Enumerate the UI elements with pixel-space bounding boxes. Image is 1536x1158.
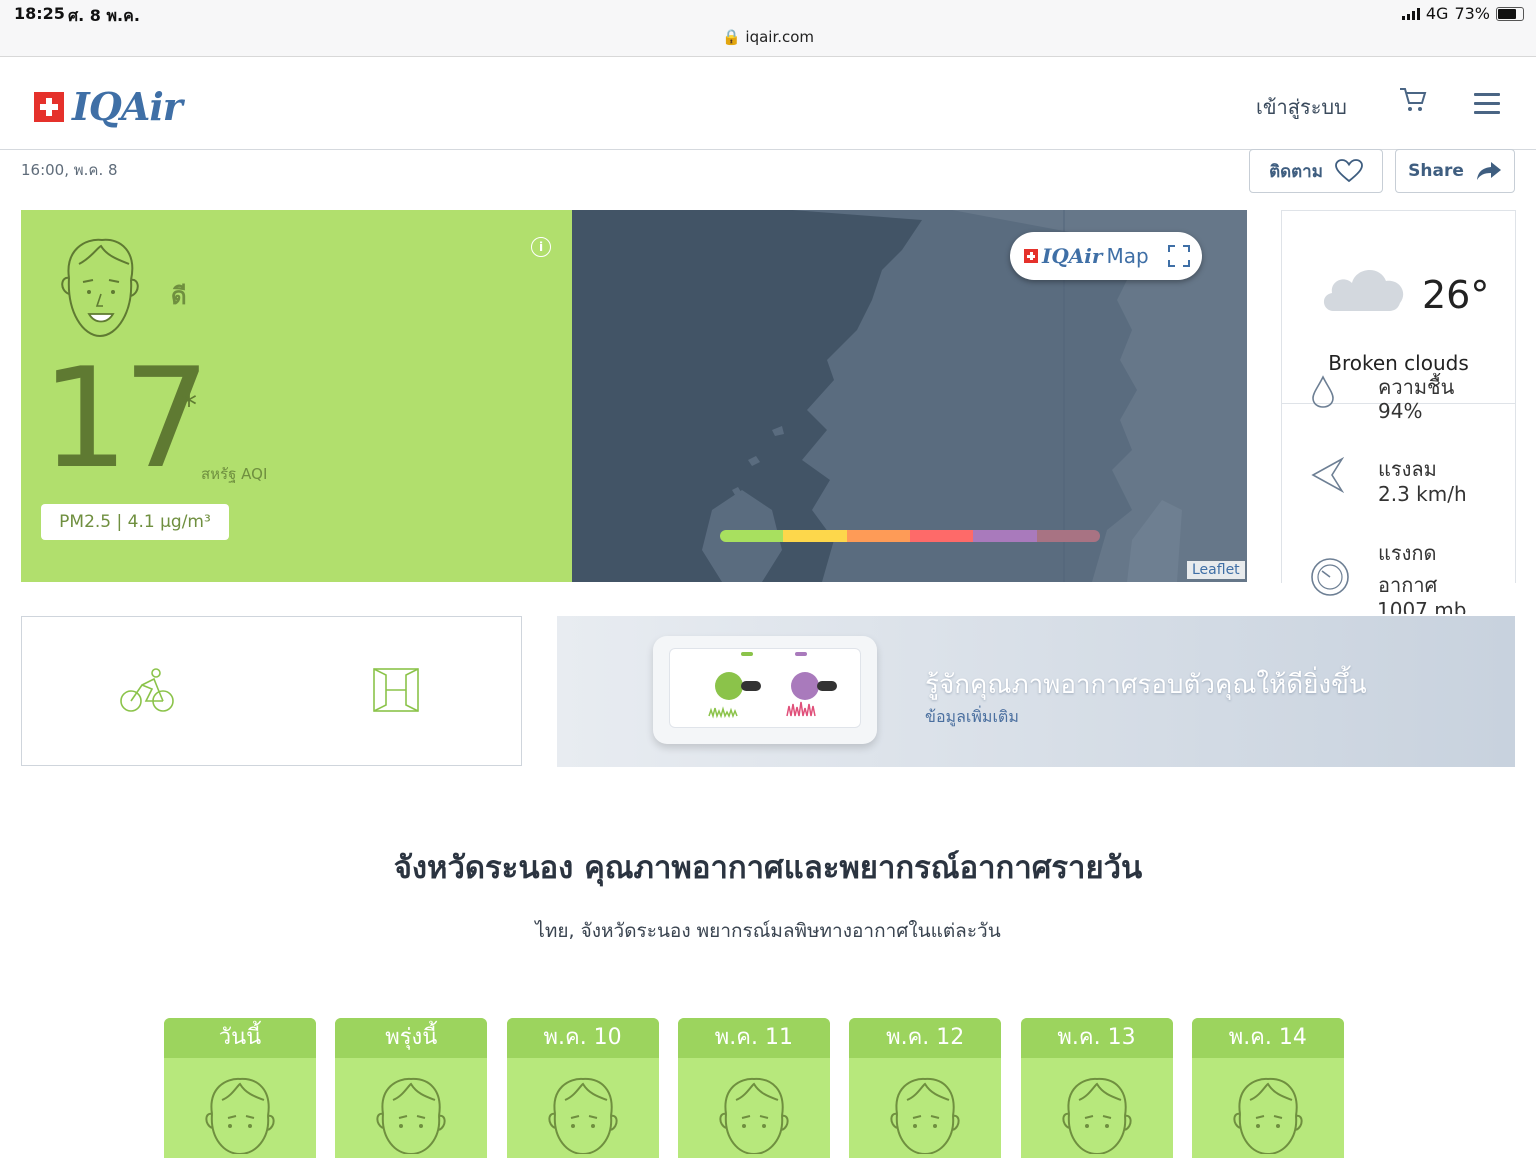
date: ศ. 8 พ.ค. — [68, 6, 140, 25]
logo-text: IQAir — [72, 84, 183, 129]
device-display — [708, 652, 837, 719]
pressure-label-2: อากาศ — [1378, 573, 1438, 597]
learn-more-link[interactable]: ข้อมูลเพิ่มเติม — [925, 705, 1019, 730]
cycling-icon[interactable] — [120, 667, 174, 713]
forecast-card[interactable]: พ.ค. 13 — [1020, 1018, 1173, 1158]
scale-good — [720, 530, 784, 542]
health-recommendations — [21, 616, 522, 766]
iqair-logo[interactable]: IQAir — [34, 84, 183, 129]
share-button[interactable]: Share — [1395, 149, 1515, 193]
weather-panel: 26° Broken clouds ความชื้น 94% แรงลม 2.3… — [1281, 210, 1516, 597]
happy-face-icon — [716, 1074, 792, 1158]
signal-icon — [1401, 7, 1420, 20]
happy-face-icon — [887, 1074, 963, 1158]
aqi-unit: สหรัฐ AQI — [201, 465, 268, 483]
heart-icon — [1335, 159, 1363, 183]
temperature: 26° — [1422, 273, 1490, 317]
forecast-day-label: พ.ค. 14 — [1191, 1018, 1344, 1058]
forecast-day-label: พรุ่งนี้ — [335, 1018, 488, 1058]
happy-face-icon — [373, 1074, 449, 1158]
pressure-gauge-icon — [1311, 558, 1349, 596]
status-indicators: 4G 73% — [1401, 4, 1524, 23]
scale-very-unhealthy — [973, 530, 1037, 542]
hamburger-icon[interactable] — [1474, 93, 1500, 120]
battery-percent: 73% — [1454, 4, 1490, 23]
last-updated: 16:00, พ.ค. 8 — [21, 161, 118, 179]
map-badge-logo: IQAir — [1042, 244, 1103, 268]
happy-face-icon — [1059, 1074, 1135, 1158]
battery-icon — [1496, 6, 1524, 21]
airvisual-pro-device — [653, 636, 877, 744]
scale-hazardous — [1036, 530, 1100, 542]
iqair-map-badge[interactable]: IQAir Map — [1010, 232, 1202, 280]
map-badge-label: Map — [1106, 244, 1149, 268]
forecast-day-label: พ.ค. 10 — [506, 1018, 659, 1058]
wind-label: แรงลม — [1378, 457, 1437, 481]
pressure-value: 1007 mb — [1377, 598, 1467, 614]
promo-banner[interactable]: รู้จักคุณภาพอากาศรอบตัวคุณให้ดียิ่งขึ้น … — [557, 616, 1515, 767]
humidity-value: 94% — [1378, 399, 1423, 423]
aqi-status: ดี — [171, 282, 187, 310]
pm25-badge: PM2.5 | 4.1 µg/m³ — [41, 504, 229, 540]
share-arrow-icon — [1476, 162, 1501, 180]
forecast-day-label: พ.ค. 12 — [849, 1018, 1002, 1058]
aqi-color-scale — [720, 530, 1100, 542]
section-subtitle: ไทย, จังหวัดระนอง พยากรณ์มลพิษทางอากาศใน… — [535, 920, 1001, 942]
swiss-flag-icon — [1024, 249, 1038, 263]
swiss-flag-icon — [34, 91, 64, 122]
browser-status-bar: 18:25 ศ. 8 พ.ค. 4G 73% 🔒 iqair.com — [0, 0, 1536, 57]
forecast-card[interactable]: วันนี้ — [164, 1018, 316, 1158]
site-header: IQAir เข้าสู่ระบบ — [0, 57, 1536, 150]
forecast-card[interactable]: พ.ค. 10 — [506, 1018, 659, 1158]
address-bar[interactable]: 🔒 iqair.com — [0, 28, 1536, 46]
happy-face-icon — [1230, 1074, 1306, 1158]
url-text: iqair.com — [745, 28, 815, 46]
pressure-label-1: แรงกด — [1378, 541, 1437, 565]
scale-moderate — [783, 530, 847, 542]
forecast-day-label: วันนี้ — [164, 1018, 316, 1058]
forecast-card[interactable]: พ.ค. 12 — [849, 1018, 1002, 1158]
follow-label: ติดตาม — [1269, 161, 1323, 182]
promo-title: รู้จักคุณภาพอากาศรอบตัวคุณให้ดียิ่งขึ้น — [925, 670, 1367, 700]
login-link[interactable]: เข้าสู่ระบบ — [1256, 91, 1347, 123]
device-screen — [669, 648, 861, 728]
happy-face-icon — [202, 1074, 278, 1158]
info-icon[interactable]: i — [531, 237, 551, 257]
leaflet-attribution[interactable]: Leaflet — [1187, 561, 1245, 579]
forecast-card[interactable]: พ.ค. 11 — [677, 1018, 830, 1158]
window-icon[interactable] — [372, 667, 420, 713]
clock: 18:25 — [14, 4, 65, 23]
wind-direction-icon — [1311, 457, 1344, 493]
water-drop-icon — [1312, 375, 1334, 408]
forecast-card[interactable]: พรุ่งนี้ — [335, 1018, 488, 1158]
expand-icon[interactable] — [1167, 244, 1191, 268]
scale-unhealthy — [909, 530, 974, 542]
air-quality-map[interactable]: IQAir Map Leaflet — [572, 210, 1247, 582]
lock-icon: 🔒 — [721, 28, 741, 46]
happy-face-icon — [545, 1074, 621, 1158]
cart-icon[interactable] — [1398, 85, 1428, 119]
aqi-star: * — [181, 386, 197, 424]
forecast-card[interactable]: พ.ค. 14 — [1191, 1018, 1344, 1158]
forecast-day-label: พ.ค. 13 — [1020, 1018, 1173, 1058]
forecast-day-label: พ.ค. 11 — [677, 1018, 830, 1058]
wind-value: 2.3 km/h — [1378, 482, 1467, 506]
share-label: Share — [1408, 161, 1464, 181]
happy-face-icon — [61, 238, 139, 338]
network-type: 4G — [1425, 4, 1449, 23]
section-title: จังหวัดระนอง คุณภาพอากาศและพยากรณ์อากาศร… — [393, 850, 1143, 886]
scale-sensitive — [846, 530, 910, 542]
aqi-panel: ดี i 17 * สหรัฐ AQI PM2.5 | 4.1 µg/m³ — [21, 210, 572, 582]
follow-button[interactable]: ติดตาม — [1249, 149, 1383, 193]
cloud-icon — [1323, 269, 1404, 311]
